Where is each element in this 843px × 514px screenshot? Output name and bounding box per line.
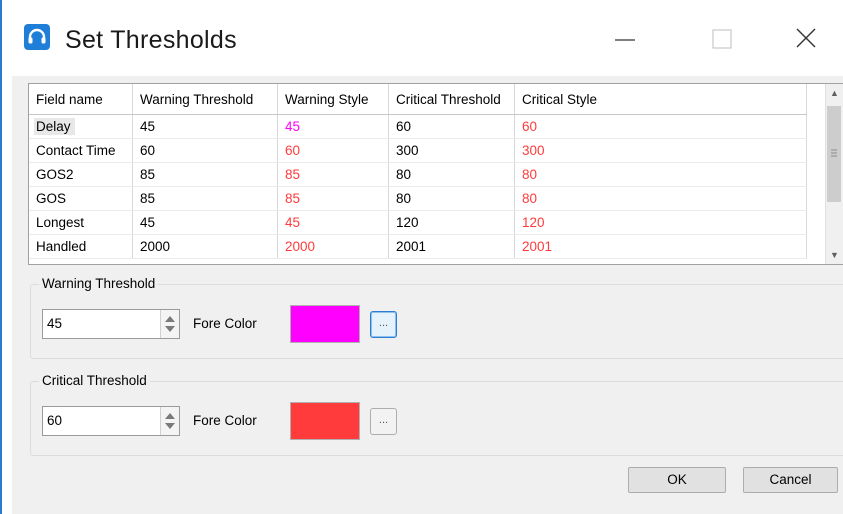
cell-critical-style: 60 — [514, 114, 807, 139]
warning-threshold-value: 45 — [47, 316, 63, 331]
table-row[interactable]: Longest 45 45 120 120 — [29, 210, 807, 235]
spinner-buttons[interactable] — [160, 310, 179, 338]
column-header-critical-threshold[interactable]: Critical Threshold — [388, 84, 515, 115]
dialog-body: Field name Warning Threshold Warning Sty… — [12, 76, 843, 514]
grid-vertical-scrollbar[interactable]: ▲ ▼ — [825, 84, 843, 264]
spin-up-icon[interactable] — [165, 413, 175, 419]
cell-field-name: Longest — [29, 210, 133, 235]
cell-critical-style: 80 — [514, 186, 807, 211]
spinner-buttons[interactable] — [160, 407, 179, 435]
cell-warning-style: 60 — [277, 138, 389, 163]
cell-warning-style: 45 — [277, 114, 389, 139]
table-row[interactable]: GOS 85 85 80 80 — [29, 186, 807, 211]
cell-warning-threshold: 45 — [132, 114, 278, 139]
spin-down-icon[interactable] — [165, 423, 175, 429]
headset-icon — [24, 24, 50, 50]
cell-field-name: Contact Time — [29, 138, 133, 163]
column-header-warning-style[interactable]: Warning Style — [277, 84, 389, 115]
table-row[interactable]: Delay 45 45 60 60 — [29, 114, 807, 139]
ok-button[interactable]: OK — [628, 467, 726, 493]
column-header-field-name[interactable]: Field name — [29, 84, 133, 115]
table-row[interactable]: GOS2 85 85 80 80 — [29, 162, 807, 187]
spin-up-icon[interactable] — [165, 316, 175, 322]
warning-color-picker-button[interactable]: ... — [370, 311, 397, 338]
warning-color-swatch — [290, 305, 360, 343]
critical-fore-color-label: Fore Color — [193, 413, 257, 428]
column-header-critical-style[interactable]: Critical Style — [514, 84, 807, 115]
cell-critical-style: 2001 — [514, 234, 807, 259]
cell-critical-style: 80 — [514, 162, 807, 187]
warning-threshold-group: Warning Threshold 45 Fore Color ... — [30, 276, 843, 359]
critical-color-swatch — [290, 402, 360, 440]
warning-threshold-spinner[interactable]: 45 — [42, 309, 180, 339]
cell-warning-threshold: 85 — [132, 162, 278, 187]
critical-threshold-spinner[interactable]: 60 — [42, 406, 180, 436]
close-button[interactable] — [786, 22, 826, 58]
column-header-warning-threshold[interactable]: Warning Threshold — [132, 84, 278, 115]
cell-field-name: GOS2 — [29, 162, 133, 187]
cell-critical-threshold: 300 — [388, 138, 515, 163]
cell-warning-style: 45 — [277, 210, 389, 235]
cell-warning-style: 2000 — [277, 234, 389, 259]
cell-critical-style: 300 — [514, 138, 807, 163]
title-bar: Set Thresholds — [2, 0, 843, 76]
scrollbar-thumb[interactable] — [827, 106, 841, 202]
minimize-button[interactable] — [605, 22, 645, 58]
cell-warning-style: 85 — [277, 186, 389, 211]
set-thresholds-dialog: Set Thresholds Field name Warning Thresh… — [0, 0, 843, 514]
maximize-button[interactable] — [702, 22, 742, 58]
cell-critical-threshold: 2001 — [388, 234, 515, 259]
critical-threshold-value: 60 — [47, 413, 63, 428]
warning-fore-color-label: Fore Color — [193, 316, 257, 331]
cell-warning-style: 85 — [277, 162, 389, 187]
cell-field-name: Handled — [29, 234, 133, 259]
cell-warning-threshold: 85 — [132, 186, 278, 211]
critical-threshold-group: Critical Threshold 60 Fore Color ... — [30, 373, 843, 456]
scroll-down-arrow-icon[interactable]: ▼ — [830, 250, 839, 260]
table-row[interactable]: Handled 2000 2000 2001 2001 — [29, 234, 807, 259]
cell-warning-threshold: 2000 — [132, 234, 278, 259]
cell-field-name: GOS — [29, 186, 133, 211]
cell-warning-threshold: 45 — [132, 210, 278, 235]
warning-threshold-group-title: Warning Threshold — [39, 276, 159, 291]
cell-critical-threshold: 80 — [388, 186, 515, 211]
table-row[interactable]: Contact Time 60 60 300 300 — [29, 138, 807, 163]
critical-color-picker-button[interactable]: ... — [370, 408, 397, 435]
window-title: Set Thresholds — [65, 26, 237, 54]
critical-threshold-group-title: Critical Threshold — [39, 373, 150, 388]
cell-critical-threshold: 120 — [388, 210, 515, 235]
cell-critical-threshold: 60 — [388, 114, 515, 139]
cell-critical-threshold: 80 — [388, 162, 515, 187]
cell-critical-style: 120 — [514, 210, 807, 235]
cancel-button[interactable]: Cancel — [743, 467, 838, 493]
scroll-up-arrow-icon[interactable]: ▲ — [830, 88, 839, 98]
cell-field-name: Delay — [34, 118, 75, 135]
cell-warning-threshold: 60 — [132, 138, 278, 163]
thresholds-grid[interactable]: Field name Warning Threshold Warning Sty… — [28, 83, 843, 265]
spin-down-icon[interactable] — [165, 326, 175, 332]
